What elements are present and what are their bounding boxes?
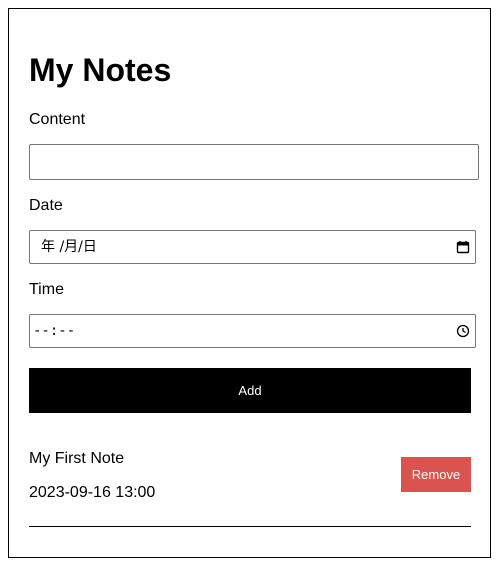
date-input[interactable]: 年 /月/日	[29, 230, 476, 264]
note-title: My First Note	[29, 450, 125, 467]
content-label: Content	[29, 111, 86, 128]
add-button[interactable]: Add	[29, 368, 471, 413]
note-divider	[29, 526, 471, 527]
time-input-value: --:--	[33, 323, 76, 339]
content-input[interactable]	[29, 144, 479, 180]
time-label: Time	[29, 281, 64, 298]
remove-button[interactable]: Remove	[401, 457, 471, 492]
page-title: My Notes	[29, 52, 172, 88]
calendar-icon[interactable]	[456, 240, 470, 254]
clock-icon[interactable]	[456, 324, 470, 338]
date-input-value: 年 /月/日	[41, 239, 97, 255]
date-label: Date	[29, 197, 63, 214]
note-datetime: 2023-09-16 13:00	[29, 484, 156, 501]
time-input[interactable]: --:--	[29, 314, 476, 348]
